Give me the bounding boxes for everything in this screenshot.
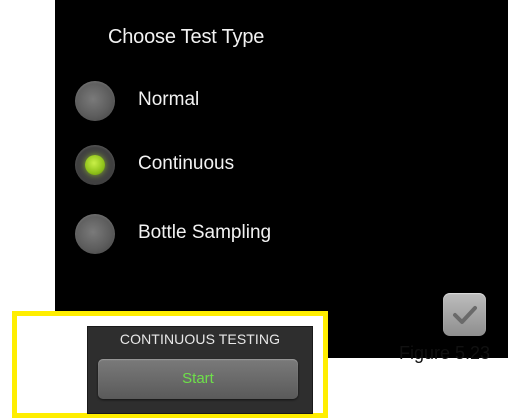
- confirm-button[interactable]: [443, 293, 486, 336]
- screen-title: Choose Test Type: [108, 26, 265, 48]
- continuous-testing-panel: CONTINUOUS TESTING Start: [87, 326, 313, 414]
- option-label-bottle-sampling: Bottle Sampling: [138, 222, 272, 243]
- checkmark-icon: [453, 306, 477, 324]
- panel-title: CONTINUOUS TESTING: [119, 331, 281, 347]
- option-normal[interactable]: Normal: [75, 81, 475, 121]
- radio-bottle-sampling[interactable]: [75, 214, 115, 254]
- option-bottle-sampling[interactable]: Bottle Sampling: [75, 214, 475, 254]
- option-label-normal: Normal: [138, 89, 200, 110]
- start-button-label: Start: [182, 370, 214, 387]
- test-type-screen: Choose Test Type Normal Continuous Bottl…: [55, 0, 508, 358]
- option-label-continuous: Continuous: [138, 153, 235, 174]
- option-continuous[interactable]: Continuous: [75, 145, 475, 185]
- radio-selected-dot: [85, 155, 105, 175]
- radio-continuous[interactable]: [75, 145, 115, 185]
- start-button[interactable]: Start: [98, 359, 298, 399]
- figure-caption: Figure 5.23: [399, 343, 491, 363]
- radio-normal[interactable]: [75, 81, 115, 121]
